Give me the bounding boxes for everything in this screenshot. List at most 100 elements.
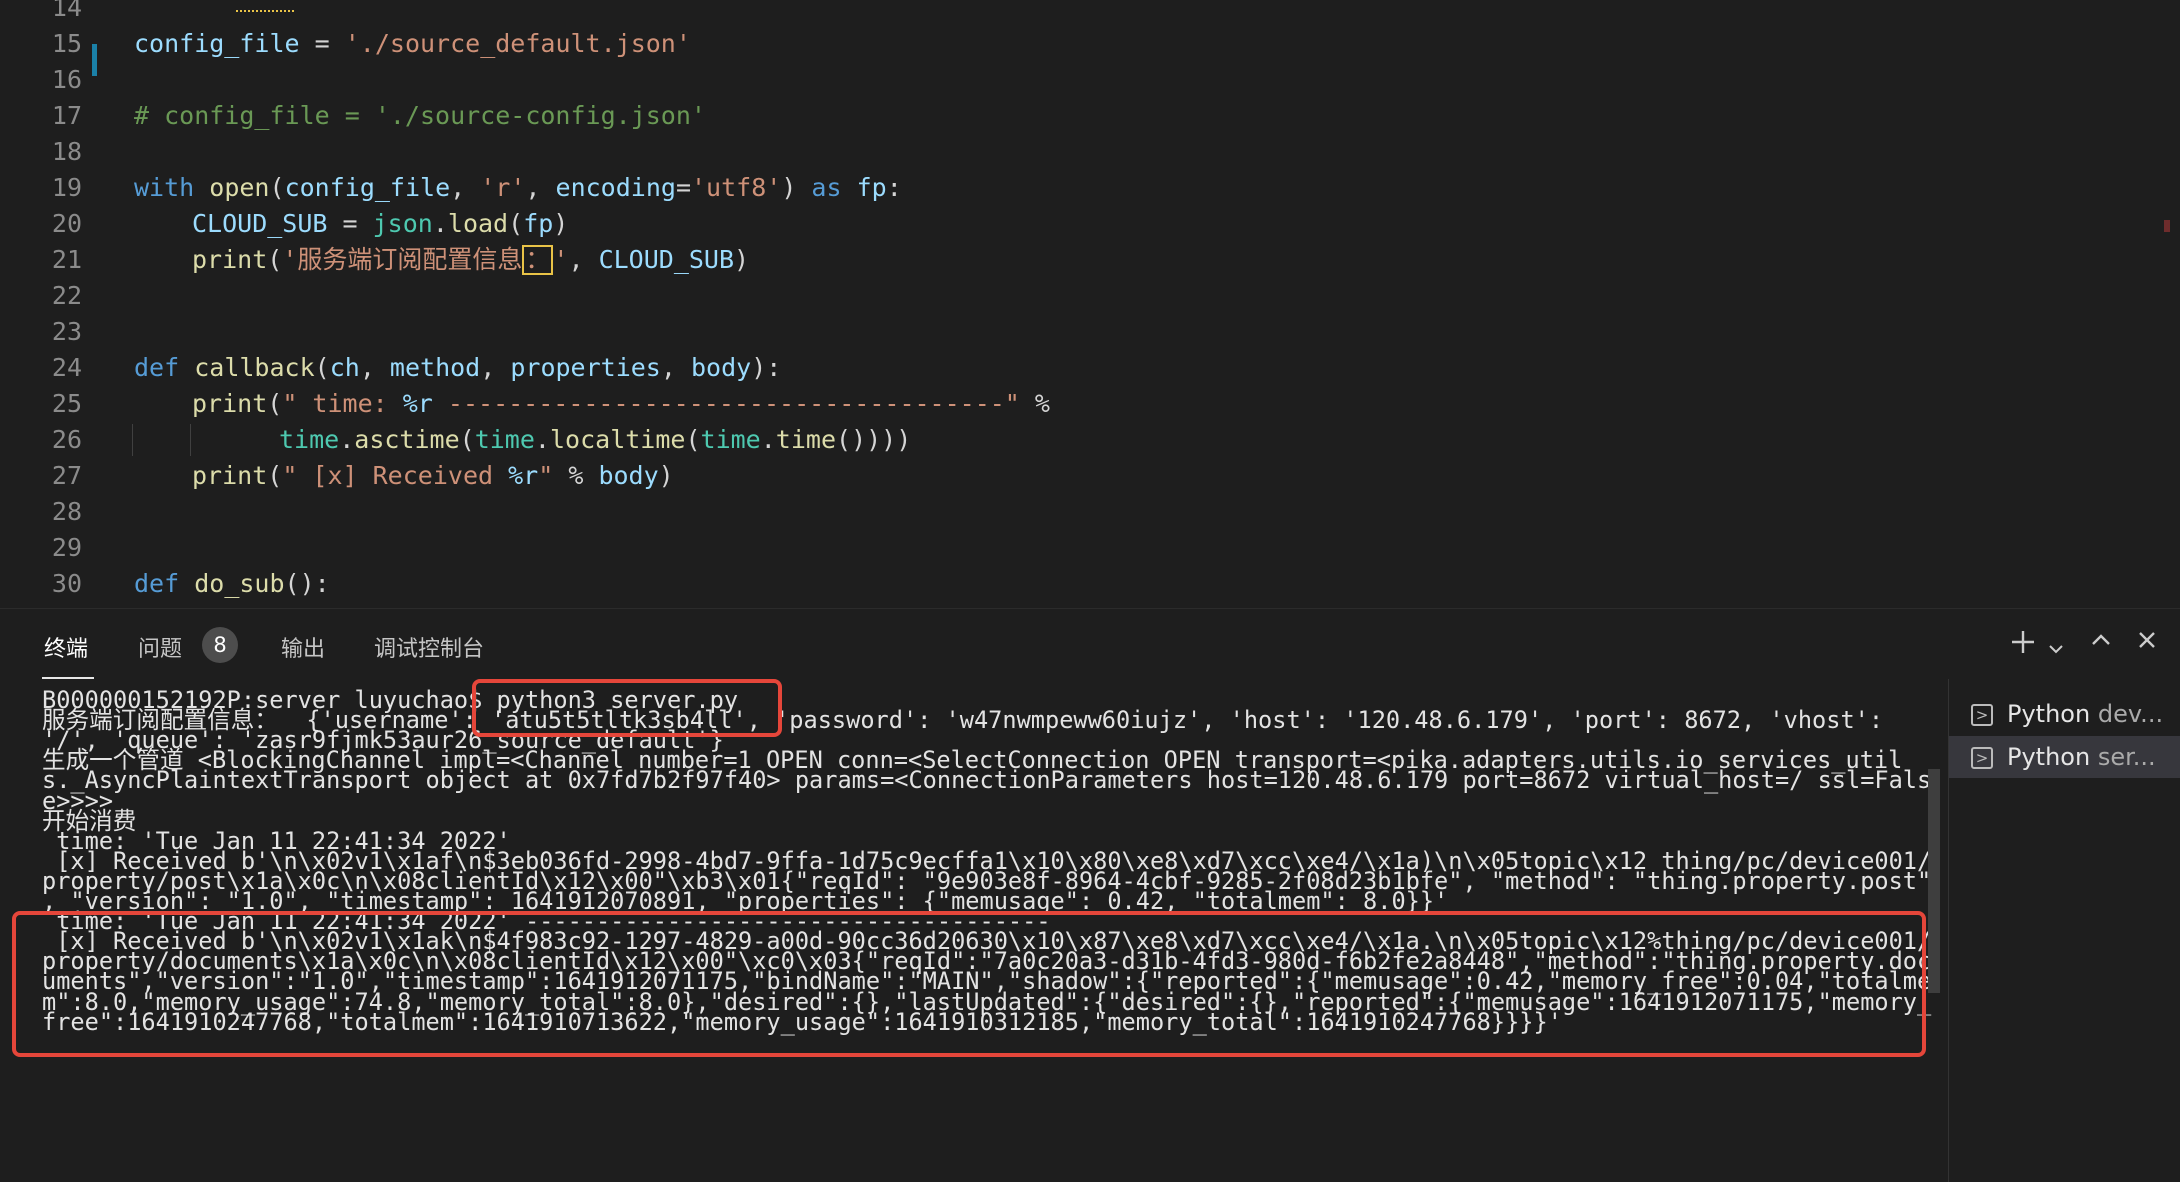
code-token: ()))) [836, 425, 927, 454]
line-number: 30 [51, 569, 82, 599]
problems-count-badge: 8 [202, 627, 238, 663]
line-number: 22 [51, 281, 82, 310]
plus-icon[interactable] [2008, 627, 2038, 664]
code-text: print('服务端订阅配置信息： ', CLOUD_SUB) [134, 242, 749, 278]
code-token: ( [267, 461, 283, 490]
code-token: do_sub [194, 569, 285, 599]
tab-terminal[interactable]: 终端 [44, 631, 88, 663]
code-token: asctime [354, 425, 460, 454]
code-token: % [553, 461, 599, 490]
code-token: method [389, 353, 481, 382]
code-text: print(" time: %r -----------------------… [134, 386, 1050, 422]
code-token: config_file [134, 29, 300, 58]
code-token: ' [553, 245, 569, 274]
line-number: 27 [51, 461, 82, 490]
code-token: . [339, 425, 355, 454]
code-text: CLOUD_SUB = json.load(fp) [134, 206, 568, 242]
line-number: 14 [51, 0, 82, 22]
code-editor[interactable]: 14 15 config_file = './source_default.json… [0, 0, 2180, 609]
code-token: : [886, 173, 902, 202]
code-token: . [534, 425, 550, 454]
code-token: " time: [282, 389, 403, 418]
line-number: 23 [51, 317, 82, 346]
code-text: with open(config_file, 'r', encoding='ut… [134, 170, 902, 206]
code-token: ) [734, 245, 750, 274]
line-number: 21 [51, 245, 82, 274]
code-token: './source_default.json' [344, 29, 691, 58]
line-number: 16 [51, 65, 82, 94]
code-token: , [660, 353, 691, 382]
code-token: print [192, 245, 268, 274]
tab-debug-console[interactable]: 调试控制台 [374, 631, 484, 663]
terminal-scrollbar[interactable] [1928, 769, 1940, 993]
code-token: ( [685, 425, 701, 454]
code-token: CLOUD_SUB [598, 245, 735, 274]
terminal-list: > Python dev... > Python ser... [1948, 679, 2180, 1182]
code-text: # config_file = './source-config.json' [134, 98, 706, 134]
code-token: ( [267, 389, 283, 418]
code-token: ( [459, 425, 475, 454]
code-token: = [675, 173, 691, 202]
code-token: ): [751, 353, 782, 382]
bottom-panel: 终端 问题 8 输出 调试控制台 B000000152192P:server l… [0, 609, 2180, 1182]
code-text: def callback(ch, method, properties, bod… [134, 350, 781, 386]
modified-line-marker [92, 44, 97, 76]
code-token: = [299, 29, 345, 58]
close-icon[interactable] [2134, 627, 2160, 660]
line-number: 25 [51, 389, 82, 418]
tab-output[interactable]: 输出 [281, 631, 325, 663]
line-number: 15 [51, 29, 82, 58]
code-text: time.asctime(time.localtime(time.time())… [134, 422, 926, 458]
chevron-up-icon[interactable] [2088, 627, 2114, 660]
code-token: ( [314, 353, 330, 382]
code-token: ： [522, 245, 554, 275]
tab-problems[interactable]: 问题 [138, 631, 182, 663]
code-token: load [447, 209, 509, 238]
code-token: config_file [284, 173, 451, 202]
code-token: # config_file = './source-config.json' [134, 101, 706, 130]
code-token: %r [402, 389, 433, 418]
code-token: . [760, 425, 776, 454]
terminal-icon: > [1971, 747, 1993, 769]
line-number: 24 [51, 353, 82, 382]
code-token: print [192, 389, 268, 418]
terminal-output[interactable]: B000000152192P:server luyuchao$ python3 … [0, 679, 1946, 1182]
code-token: , [525, 173, 556, 202]
code-token: time [775, 425, 837, 454]
warning-squiggle [236, 0, 294, 12]
code-token: ch [329, 353, 360, 382]
code-token: encoding [555, 173, 676, 202]
terminal-line: s._AsyncPlaintextTransport object at 0x7… [42, 766, 1932, 795]
minimap-error-marker [2164, 220, 2170, 232]
code-token: . [432, 209, 448, 238]
code-token: localtime [549, 425, 686, 454]
line-number: 29 [51, 533, 82, 562]
terminal-icon: > [1971, 704, 1993, 726]
line-number: 20 [51, 209, 82, 238]
chevron-down-icon[interactable] [2046, 633, 2066, 666]
code-token: ) [658, 461, 674, 490]
code-token: ( [269, 173, 285, 202]
code-token: %r [508, 461, 539, 490]
code-text: def do_sub(): [134, 566, 330, 602]
code-token: print [192, 461, 268, 490]
line-number: 19 [51, 173, 82, 202]
highlight-received-box [12, 911, 1926, 1057]
code-token: fp [856, 173, 887, 202]
code-token: , [359, 353, 390, 382]
code-token: def [134, 569, 180, 599]
code-token: fp [523, 209, 554, 238]
terminal-item-sub: ser... [2097, 743, 2156, 771]
code-token: open [209, 173, 270, 202]
code-token: properties [510, 353, 661, 382]
code-token: body [690, 353, 752, 382]
code-token: with [134, 173, 195, 202]
terminal-list-item[interactable]: > Python dev... [1949, 693, 2180, 735]
code-token: time [474, 425, 535, 454]
code-token: ) [781, 173, 812, 202]
terminal-list-item-selected[interactable]: > Python ser... [1949, 736, 2180, 778]
line-number: 26 [51, 425, 82, 454]
